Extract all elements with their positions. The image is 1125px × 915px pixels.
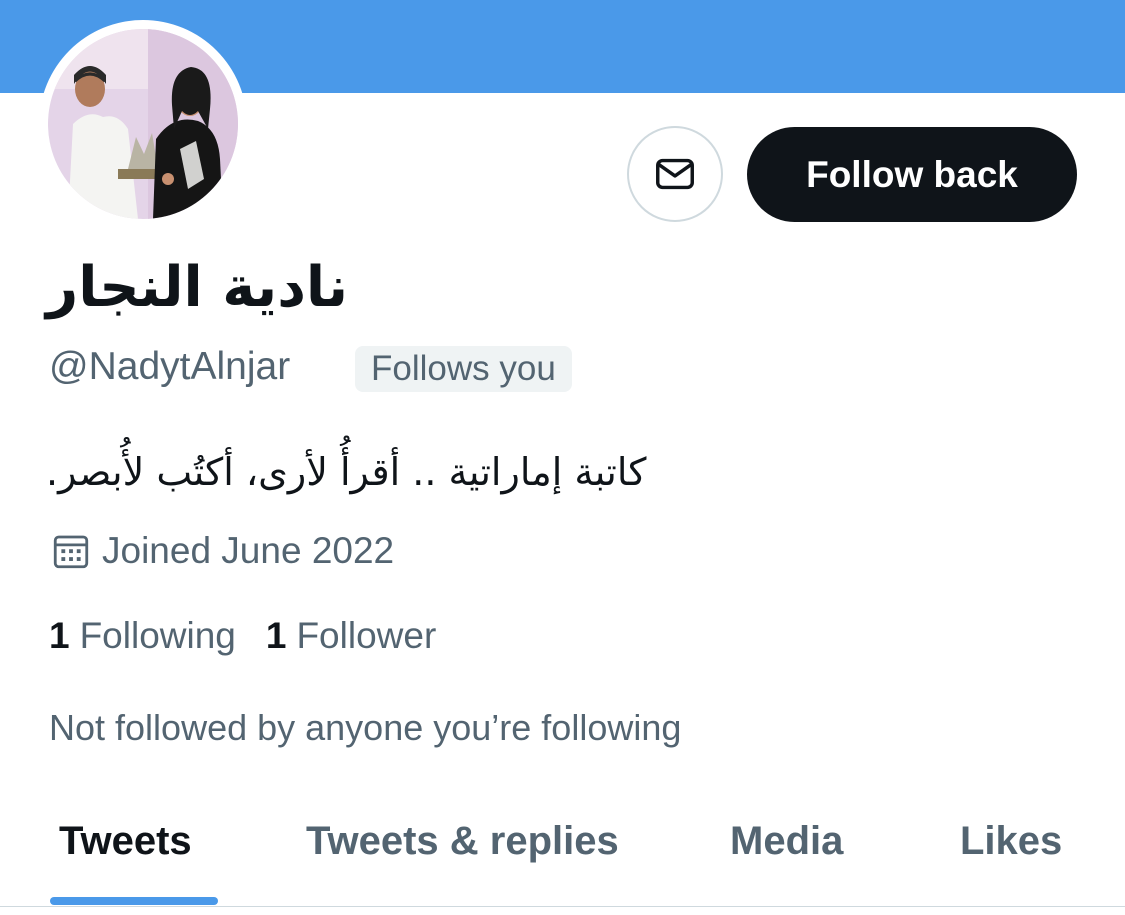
followers-count: 1 — [265, 615, 287, 656]
display-name: نادية النجار — [46, 255, 348, 320]
follows-you-badge: Follows you — [355, 346, 572, 392]
following-label: Following — [79, 615, 236, 656]
social-context: Not followed by anyone you’re following — [49, 707, 682, 748]
profile-avatar[interactable] — [48, 29, 238, 219]
joined-label: Joined June 2022 — [102, 530, 395, 571]
followers-label: Follower — [296, 615, 437, 656]
follow-back-button[interactable]: Follow back — [747, 127, 1077, 222]
follow-stats: 1 Following 1 Follower — [49, 612, 466, 660]
calendar-icon — [53, 535, 89, 569]
joined-date: Joined June 2022 — [50, 527, 394, 575]
tab-media[interactable]: Media — [730, 815, 843, 867]
tab-tweets-replies[interactable]: Tweets & replies — [306, 815, 619, 867]
following-count: 1 — [49, 615, 70, 656]
profile-handle: @NadytAlnjar — [49, 345, 291, 388]
tab-tweets[interactable]: Tweets — [59, 815, 192, 867]
followers-link[interactable]: 1 Follower — [266, 612, 436, 660]
message-button[interactable] — [627, 126, 723, 222]
active-tab-indicator — [50, 897, 218, 905]
profile-photo — [48, 29, 238, 219]
tab-likes[interactable]: Likes — [960, 815, 1062, 867]
envelope-icon — [656, 158, 694, 190]
tabs-divider — [0, 906, 1125, 907]
following-link[interactable]: 1 Following — [49, 612, 236, 660]
profile-bio: كاتبة إماراتية .. أقرأُ لأرى، أكتُب لأُب… — [46, 450, 647, 494]
profile-tabs: Tweets Tweets & replies Media Likes — [0, 800, 1125, 908]
